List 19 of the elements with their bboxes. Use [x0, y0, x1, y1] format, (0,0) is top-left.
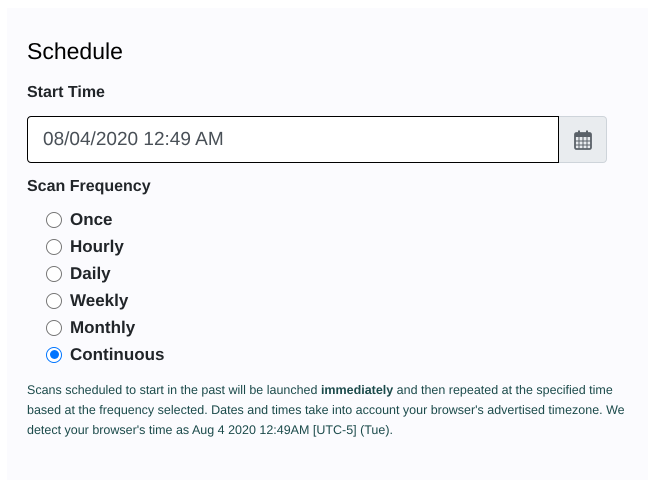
section-title: Schedule: [27, 37, 124, 66]
help-text: Scans scheduled to start in the past will be launched immediately and then repeated at the specified time based at the frequency selected. Dates and times take into account your browser's advertised timezone. We detect your browser's time as Aug 4 2020 12:49AM [UTC-5] (Tue).: [27, 382, 626, 439]
radio-button[interactable]: [46, 212, 62, 228]
radio-button[interactable]: [46, 266, 62, 282]
radio-label[interactable]: Daily: [70, 260, 111, 286]
radio-label[interactable]: Continuous: [70, 342, 164, 368]
radio-label[interactable]: Weekly: [70, 288, 128, 314]
field-label: Start Time: [27, 83, 106, 103]
radio-label[interactable]: Hourly: [70, 234, 124, 260]
radio-button[interactable]: [46, 238, 62, 254]
radio-label[interactable]: Monthly: [70, 314, 136, 340]
radio-button[interactable]: [46, 320, 62, 336]
calendar-button[interactable]: [559, 116, 607, 163]
radio-label[interactable]: Once: [70, 206, 113, 232]
field-label: Scan Frequency: [27, 177, 152, 197]
start-time-field[interactable]: 08/04/2020 12:49 AM: [27, 116, 559, 163]
radio-button[interactable]: [46, 346, 62, 362]
calendar-icon: [574, 130, 592, 150]
radio-button[interactable]: [46, 292, 62, 308]
